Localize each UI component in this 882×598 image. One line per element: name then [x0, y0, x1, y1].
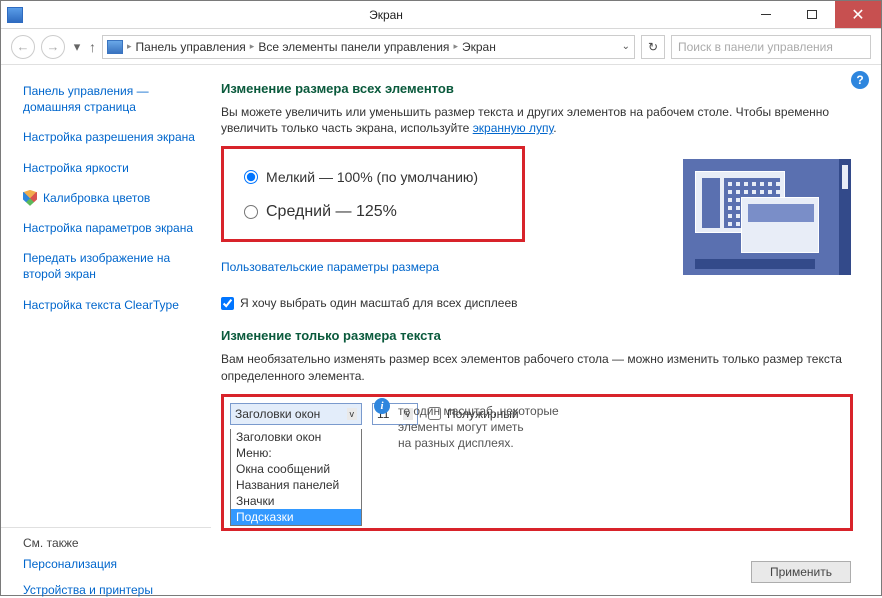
breadcrumb[interactable]: ▸ Панель управления ▸ Все элементы панел…	[102, 35, 635, 59]
sidebar-cleartype[interactable]: Настройка текста ClearType	[23, 297, 203, 313]
back-button[interactable]: ←	[11, 35, 35, 59]
minimize-button[interactable]	[743, 1, 789, 28]
magnifier-link[interactable]: экранную лупу	[473, 121, 554, 135]
sidebar-brightness[interactable]: Настройка яркости	[23, 160, 203, 176]
highlight-box-2: Заголовки оконv 11v Полужирный Заголовки…	[221, 394, 853, 531]
titlebar: Экран ✕	[1, 1, 881, 29]
main-content: ? Изменение размера всех элементов Вы мо…	[211, 65, 881, 595]
sidebar-display-settings[interactable]: Настройка параметров экрана	[23, 220, 203, 236]
history-dropdown[interactable]: ▾	[71, 35, 83, 59]
checkbox-one-scale[interactable]: Я хочу выбрать один масштаб для всех дис…	[221, 296, 853, 310]
shield-icon	[23, 190, 37, 206]
sidebar-home[interactable]: Панель управления —домашняя страница	[23, 83, 203, 115]
breadcrumb-dropdown[interactable]: ⌄	[622, 41, 630, 52]
dropdown-option[interactable]: Названия панелей	[231, 477, 361, 493]
description-1: Вы можете увеличить или уменьшить размер…	[221, 104, 853, 136]
dropdown-option[interactable]: Меню:	[231, 445, 361, 461]
radio-medium[interactable]: Средний — 125%	[244, 203, 502, 221]
refresh-button[interactable]: ↻	[641, 35, 665, 59]
chevron-right-icon: ▸	[453, 41, 458, 52]
scale-note: те один масштаб, некоторые элементы могу…	[398, 403, 616, 452]
chevron-right-icon: ▸	[127, 41, 132, 52]
sidebar-calibrate[interactable]: Калибровка цветов	[43, 190, 150, 206]
close-button[interactable]: ✕	[835, 1, 881, 28]
dropdown-option[interactable]: Значки	[231, 493, 361, 509]
sidebar-personalization[interactable]: Персонализация	[23, 556, 203, 572]
maximize-button[interactable]	[789, 1, 835, 28]
highlight-box-1: Мелкий — 100% (по умолчанию) Средний — 1…	[221, 146, 525, 242]
see-also-heading: См. также	[23, 536, 203, 550]
chevron-right-icon: ▸	[250, 41, 255, 52]
element-dropdown: Заголовки окон Меню: Окна сообщений Назв…	[230, 429, 362, 526]
description-2: Вам необязательно изменять размер всех э…	[221, 351, 853, 383]
heading-all-items: Изменение размера всех элементов	[221, 81, 853, 96]
element-select[interactable]: Заголовки оконv	[230, 403, 362, 425]
chevron-down-icon: v	[347, 408, 358, 420]
dropdown-option[interactable]: Подсказки	[231, 509, 361, 525]
crumb-3[interactable]: Экран	[462, 40, 496, 54]
crumb-1[interactable]: Панель управления	[136, 40, 246, 54]
dropdown-option[interactable]: Заголовки окон	[231, 429, 361, 445]
custom-size-link[interactable]: Пользовательские параметры размера	[221, 260, 439, 274]
help-icon[interactable]: ?	[851, 71, 869, 89]
dropdown-option[interactable]: Окна сообщений	[231, 461, 361, 477]
window-title: Экран	[29, 8, 743, 22]
app-icon	[7, 7, 23, 23]
search-input[interactable]: Поиск в панели управления	[671, 35, 871, 59]
radio-small[interactable]: Мелкий — 100% (по умолчанию)	[244, 169, 502, 185]
info-icon: i	[374, 398, 390, 414]
forward-button[interactable]: →	[41, 35, 65, 59]
up-button[interactable]: ↑	[89, 39, 96, 55]
control-panel-icon	[107, 40, 123, 54]
sidebar-project[interactable]: Передать изображение навторой экран	[23, 250, 203, 282]
apply-button[interactable]: Применить	[751, 561, 851, 583]
sidebar-resolution[interactable]: Настройка разрешения экрана	[23, 129, 203, 145]
heading-text-only: Изменение только размера текста	[221, 328, 853, 343]
navbar: ← → ▾ ↑ ▸ Панель управления ▸ Все элемен…	[1, 29, 881, 65]
preview-image	[683, 159, 851, 275]
sidebar: Панель управления —домашняя страница Нас…	[1, 65, 211, 595]
crumb-2[interactable]: Все элементы панели управления	[258, 40, 449, 54]
